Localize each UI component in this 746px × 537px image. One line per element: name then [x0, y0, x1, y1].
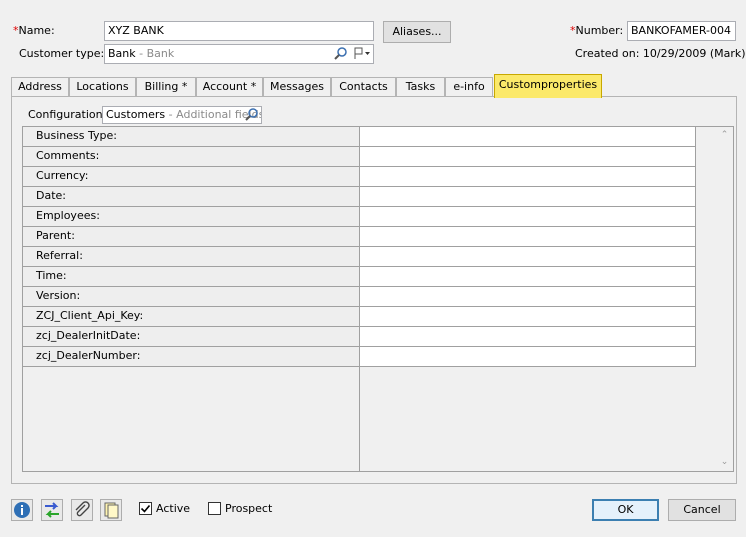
property-value-field[interactable] [360, 267, 696, 287]
property-row: Business Type: [23, 127, 696, 147]
active-checkbox[interactable] [139, 502, 152, 515]
property-value-field[interactable] [360, 227, 696, 247]
property-name: Currency: [23, 167, 360, 187]
property-name: Employees: [23, 207, 360, 227]
vertical-scrollbar[interactable]: ⌃ ⌄ [716, 127, 733, 471]
configuration-label: Configuration: [28, 108, 107, 121]
property-row: Time: [23, 267, 696, 287]
attach-button[interactable] [71, 499, 93, 521]
property-value-field[interactable] [360, 327, 696, 347]
property-row: zcj_DealerNumber: [23, 347, 696, 367]
property-value-field[interactable] [360, 247, 696, 267]
property-name: Time: [23, 267, 360, 287]
configuration-search-icon[interactable] [245, 107, 259, 124]
document-copy-icon [104, 502, 119, 519]
aliases-button[interactable]: Aliases... [383, 21, 451, 43]
property-row: Currency: [23, 167, 696, 187]
property-value-field[interactable] [360, 347, 696, 367]
property-value-field[interactable] [360, 147, 696, 167]
scroll-down-icon[interactable]: ⌄ [719, 458, 730, 467]
tab-billing[interactable]: Billing * [136, 77, 196, 96]
property-name: Business Type: [23, 127, 360, 147]
active-label[interactable]: Active [156, 502, 190, 515]
number-field[interactable]: BANKOFAMER-004 [627, 21, 736, 41]
property-name: zcj_DealerNumber: [23, 347, 360, 367]
tab-messages[interactable]: Messages [263, 77, 331, 96]
property-row: Date: [23, 187, 696, 207]
property-name: Date: [23, 187, 360, 207]
tab-customproperties[interactable]: Customproperties [494, 74, 602, 98]
configuration-field[interactable]: Customers - Additional fields [102, 106, 262, 124]
property-value-field[interactable] [360, 127, 696, 147]
checkmark-icon [140, 504, 151, 513]
prospect-checkbox[interactable] [208, 502, 221, 515]
tab-locations[interactable]: Locations [69, 77, 136, 96]
property-row: zcj_DealerInitDate: [23, 327, 696, 347]
property-name: Version: [23, 287, 360, 307]
property-row: Comments: [23, 147, 696, 167]
tab-contacts[interactable]: Contacts [331, 77, 396, 96]
ok-button[interactable]: OK [592, 499, 659, 521]
property-row: Version: [23, 287, 696, 307]
property-row: Parent: [23, 227, 696, 247]
transfer-button[interactable] [41, 499, 63, 521]
name-label: *Name: [13, 24, 55, 37]
property-name: zcj_DealerInitDate: [23, 327, 360, 347]
tab-account[interactable]: Account * [196, 77, 263, 96]
number-label: *Number: [570, 24, 624, 37]
cancel-button[interactable]: Cancel [668, 499, 736, 521]
tab-e-info[interactable]: e-info [445, 77, 493, 96]
transfer-arrows-icon [45, 502, 59, 518]
property-value-field[interactable] [360, 187, 696, 207]
copy-button[interactable] [100, 499, 122, 521]
property-name: Parent: [23, 227, 360, 247]
property-value-field[interactable] [360, 307, 696, 327]
properties-grid: Business Type: Comments: Currency: Date:… [22, 126, 734, 472]
name-field[interactable]: XYZ BANK [104, 21, 374, 41]
scroll-up-icon[interactable]: ⌃ [719, 131, 730, 140]
info-button[interactable] [11, 499, 33, 521]
property-value-field[interactable] [360, 167, 696, 187]
property-name: Comments: [23, 147, 360, 167]
flag-dropdown-icon[interactable] [353, 46, 371, 63]
tab-address[interactable]: Address [11, 77, 69, 96]
property-value-field[interactable] [360, 207, 696, 227]
property-name: Referral: [23, 247, 360, 267]
property-name: ZCJ_Client_Api_Key: [23, 307, 360, 327]
property-value-field[interactable] [360, 287, 696, 307]
tab-tasks[interactable]: Tasks [396, 77, 445, 96]
customer-type-label: Customer type: [19, 47, 105, 60]
paperclip-icon [75, 501, 90, 517]
property-row: Referral: [23, 247, 696, 267]
info-icon [14, 502, 30, 518]
created-on-text: Created on: 10/29/2009 (Mark) [575, 47, 746, 60]
property-row: ZCJ_Client_Api_Key: [23, 307, 696, 327]
grid-empty-area [23, 367, 360, 471]
property-row: Employees: [23, 207, 696, 227]
search-icon[interactable] [334, 46, 348, 63]
prospect-label[interactable]: Prospect [225, 502, 272, 515]
